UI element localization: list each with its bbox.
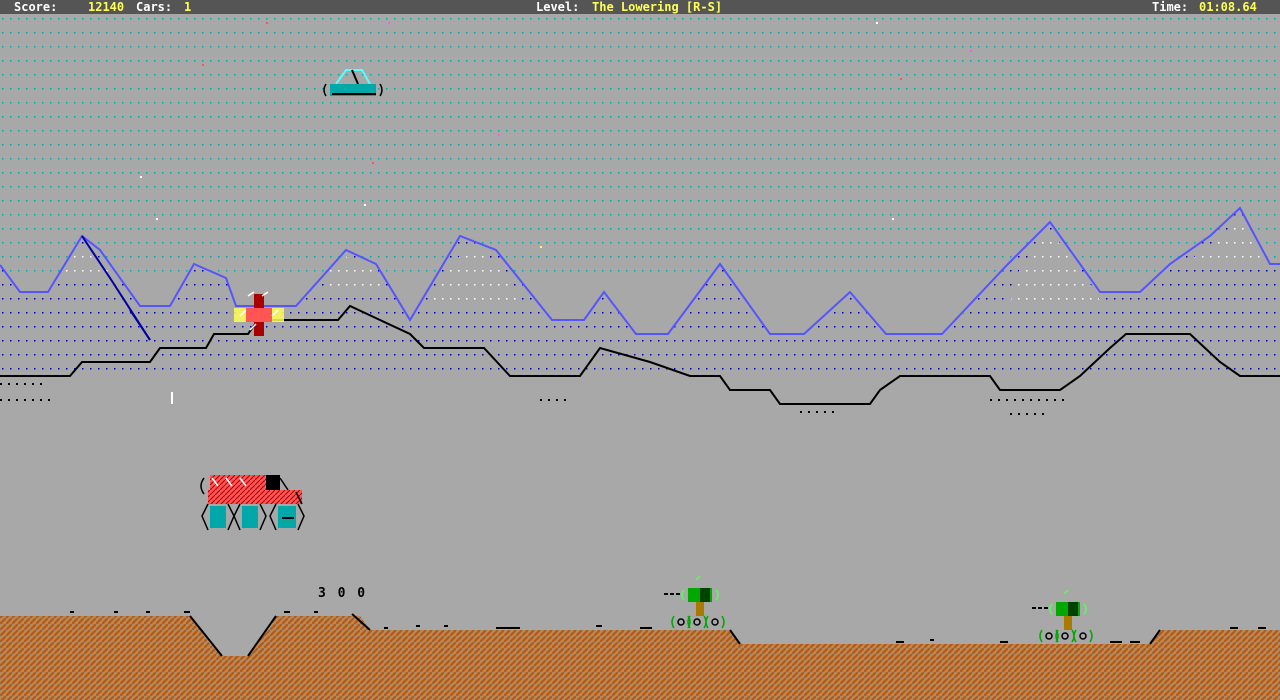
ground-tank-icon bbox=[1032, 589, 1093, 643]
ground-tank-icon bbox=[664, 575, 725, 629]
moon-buggy-icon bbox=[200, 475, 305, 531]
bullet bbox=[171, 392, 173, 404]
lunar-ground bbox=[0, 611, 1280, 700]
starfield bbox=[0, 14, 1280, 284]
points-popup: 3 0 0 bbox=[318, 586, 368, 601]
game-scene bbox=[0, 14, 1280, 700]
